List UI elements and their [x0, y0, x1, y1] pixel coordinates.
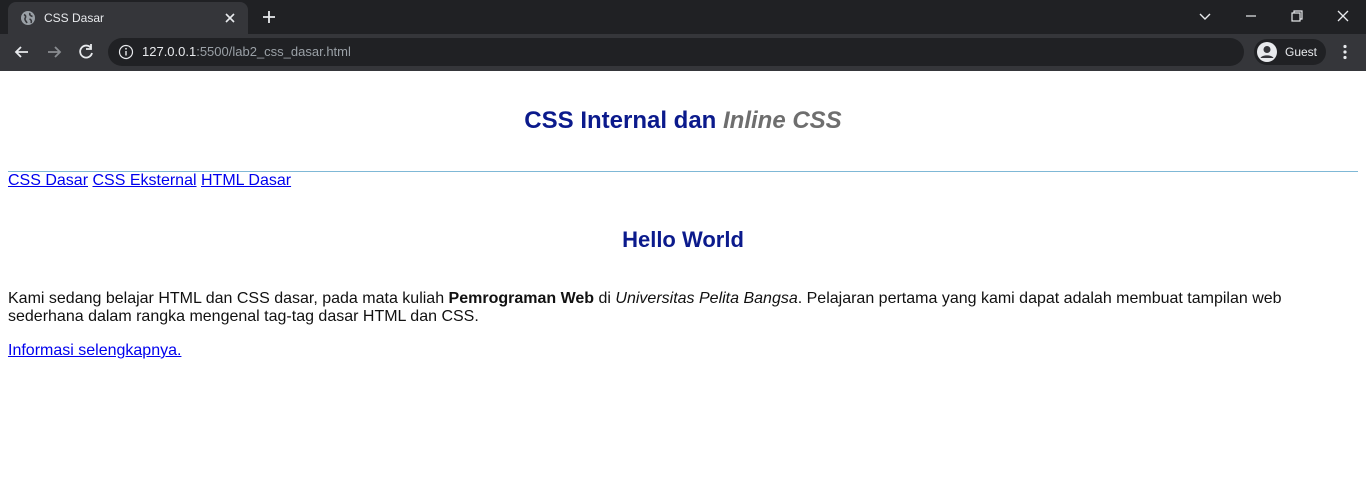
- browser-toolbar: 127.0.0.1:5500/lab2_css_dasar.html Guest: [0, 34, 1366, 71]
- more-info: Informasi selengkapnya.: [8, 342, 181, 360]
- tab-title: CSS Dasar: [44, 11, 105, 25]
- forward-arrow-icon[interactable]: [44, 42, 64, 62]
- page-title: CSS Internal dan Inline CSS: [0, 107, 1366, 135]
- page-content: CSS Internal dan Inline CSS CSS Dasar CS…: [0, 71, 1366, 483]
- info-icon[interactable]: [118, 44, 134, 60]
- page-title-emphasis: Inline CSS: [723, 107, 842, 134]
- url-host: 127.0.0.1: [142, 44, 197, 59]
- tab-strip: CSS Dasar: [0, 0, 1366, 34]
- kebab-menu-icon[interactable]: [1336, 43, 1354, 61]
- chevron-down-icon[interactable]: [1196, 7, 1214, 25]
- intro-text-2: di: [594, 290, 616, 307]
- course-name: Pemrograman Web: [448, 290, 595, 307]
- profile-button[interactable]: Guest: [1254, 39, 1326, 65]
- university-name: Universitas Pelita Bangsa: [615, 290, 798, 307]
- nav-link-css-dasar[interactable]: CSS Dasar: [8, 172, 88, 189]
- profile-label: Guest: [1285, 45, 1318, 59]
- back-arrow-icon[interactable]: [12, 42, 32, 62]
- intro-text-1: Kami sedang belajar HTML dan CSS dasar, …: [8, 290, 449, 307]
- nav-link-html-dasar[interactable]: HTML Dasar: [201, 172, 291, 189]
- restore-icon[interactable]: [1288, 7, 1306, 25]
- url-path: :5500/lab2_css_dasar.html: [196, 44, 351, 59]
- nav-links: CSS Dasar CSS Eksternal HTML Dasar: [8, 172, 291, 190]
- browser-tab[interactable]: CSS Dasar: [8, 2, 248, 34]
- plus-icon[interactable]: [260, 8, 278, 26]
- close-icon[interactable]: [222, 10, 238, 26]
- minimize-icon[interactable]: [1242, 7, 1260, 25]
- more-info-link[interactable]: Informasi selengkapnya.: [8, 342, 181, 359]
- reload-icon[interactable]: [76, 42, 96, 62]
- page-title-main: CSS Internal dan: [524, 107, 723, 134]
- hello-heading: Hello World: [622, 227, 744, 252]
- address-bar[interactable]: 127.0.0.1:5500/lab2_css_dasar.html: [108, 38, 1244, 66]
- globe-icon: [21, 11, 35, 25]
- url-text[interactable]: 127.0.0.1:5500/lab2_css_dasar.html: [142, 44, 351, 60]
- nav-link-css-eksternal[interactable]: CSS Eksternal: [92, 172, 196, 189]
- intro-paragraph: Kami sedang belajar HTML dan CSS dasar, …: [8, 290, 1348, 326]
- window-close-icon[interactable]: [1334, 7, 1352, 25]
- avatar-icon: [1257, 42, 1277, 62]
